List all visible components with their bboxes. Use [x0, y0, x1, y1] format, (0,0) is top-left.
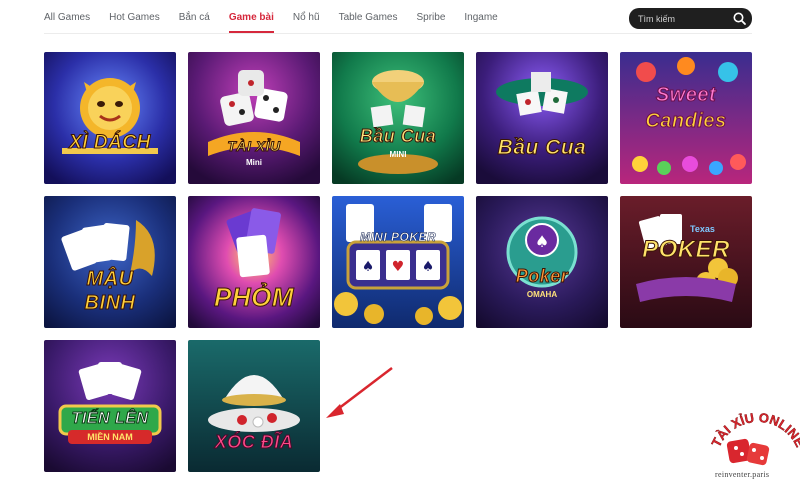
game-card-sweet-candies[interactable]: Sweet Candies: [620, 52, 752, 184]
game-title: POKER: [642, 236, 730, 264]
game-card-bau-cua[interactable]: Bầu Cua: [476, 52, 608, 184]
game-thumbnail-bau-cua: [476, 52, 608, 184]
game-subtitle: MIỀN NAM: [87, 432, 133, 442]
tab-spribe[interactable]: Spribe: [416, 0, 445, 34]
game-title-line2: Candies: [645, 110, 727, 133]
game-title: Poker: [515, 266, 569, 287]
game-title: XÓC ĐĨA: [214, 432, 294, 453]
svg-text:♠: ♠: [362, 259, 375, 275]
game-thumbnail-tien-len: [44, 340, 176, 472]
game-subtitle: Mini: [246, 158, 262, 167]
tab-no-hu[interactable]: Nổ hũ: [293, 0, 320, 34]
game-card-tien-len-mien-nam[interactable]: TIẾN LÊN MIỀN NAM: [44, 340, 176, 472]
game-title: TÀI XỈU: [227, 138, 281, 155]
game-thumbnail-mini-poker: ♠ ♥ ♠: [332, 196, 464, 328]
game-card-texas-poker[interactable]: Texas POKER: [620, 196, 752, 328]
tab-ban-ca[interactable]: Bắn cá: [179, 0, 210, 34]
tab-table-games[interactable]: Table Games: [339, 0, 398, 34]
watermark-url: reinventer.paris: [715, 470, 770, 479]
search-box[interactable]: [629, 8, 752, 29]
tab-ingame[interactable]: Ingame: [464, 0, 497, 34]
game-title: MINI POKER: [359, 230, 437, 245]
svg-text:♠: ♠: [535, 232, 549, 251]
search-input[interactable]: [638, 11, 728, 26]
game-title: TIẾN LÊN: [71, 410, 149, 428]
game-card-phom[interactable]: PHỎM: [188, 196, 320, 328]
game-subtitle: Texas: [690, 224, 715, 234]
game-card-mini-poker[interactable]: ♠ ♥ ♠ MINI POKER: [332, 196, 464, 328]
game-title: Bầu Cua: [359, 126, 437, 147]
game-card-mau-binh[interactable]: MẬU BINH: [44, 196, 176, 328]
game-card-xi-dach[interactable]: XÌ DÁCH: [44, 52, 176, 184]
game-thumbnail-bau-cua-mini: [332, 52, 464, 184]
game-card-tai-xiu-mini[interactable]: TÀI XỈU Mini: [188, 52, 320, 184]
game-card-poker-omaha[interactable]: ♠ Poker OMAHA: [476, 196, 608, 328]
game-title: MẬU: [86, 268, 134, 291]
tab-hot-games[interactable]: Hot Games: [109, 0, 160, 34]
tab-all-games[interactable]: All Games: [44, 0, 90, 34]
game-category-tabs: All Games Hot Games Bắn cá Game bài Nổ h…: [44, 0, 517, 34]
pointer-arrow-icon: [326, 367, 393, 418]
game-thumbnail-xi-dach: [44, 52, 176, 184]
game-subtitle: MINI: [389, 150, 407, 159]
svg-text:♥: ♥: [392, 259, 405, 275]
search-icon[interactable]: [732, 11, 747, 26]
game-title: PHỎM: [214, 282, 295, 313]
game-card-bau-cua-mini[interactable]: Bầu Cua MINI: [332, 52, 464, 184]
game-subtitle: OMAHA: [526, 290, 558, 299]
game-title-line2: BINH: [84, 292, 136, 315]
game-thumbnail-poker-omaha: ♠: [476, 196, 608, 328]
game-title: Bầu Cua: [497, 136, 587, 160]
tabs-divider: [44, 33, 752, 34]
svg-text:♠: ♠: [422, 259, 435, 275]
game-card-xoc-dia[interactable]: XÓC ĐĨA: [188, 340, 320, 472]
tab-game-bai[interactable]: Game bài: [228, 0, 274, 34]
game-title: XÌ DÁCH: [69, 132, 151, 154]
game-title: Sweet: [655, 84, 717, 107]
